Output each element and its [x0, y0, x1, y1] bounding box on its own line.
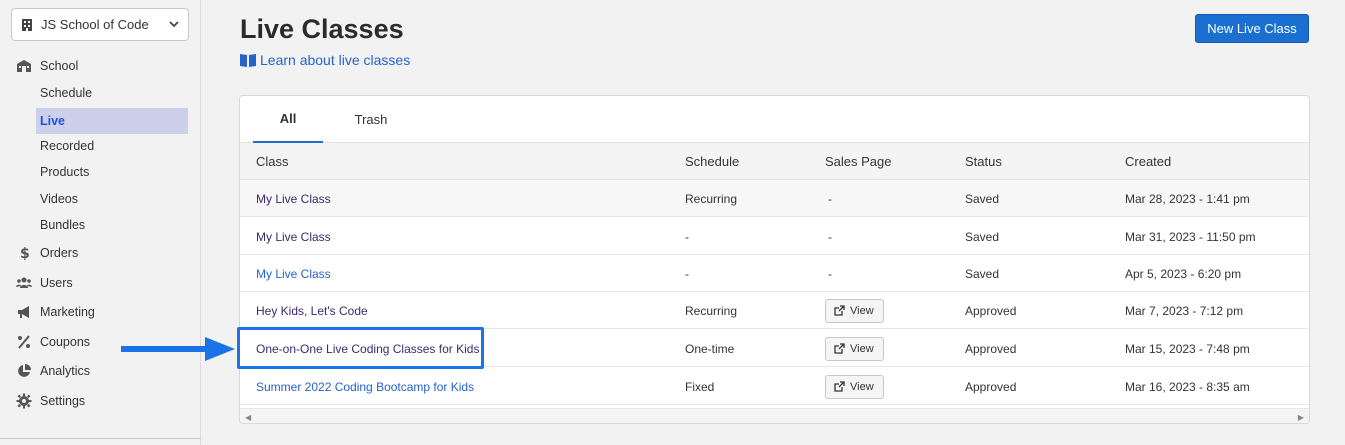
- users-icon: [16, 277, 32, 288]
- pie-chart-icon: [18, 364, 31, 377]
- sidebar-item-analytics[interactable]: Analytics: [16, 358, 90, 384]
- tab-all[interactable]: All: [253, 96, 323, 143]
- sidebar: JS School of Code School Schedule Live R…: [0, 0, 201, 445]
- status-cell: Approved: [965, 379, 1017, 394]
- schedule-cell: Fixed: [685, 379, 715, 394]
- tab-trash[interactable]: Trash: [336, 96, 406, 143]
- percent-icon: [18, 335, 30, 349]
- page-title: Live Classes: [240, 14, 404, 44]
- sidebar-subitem-schedule[interactable]: Schedule: [36, 80, 188, 106]
- class-link[interactable]: Summer 2022 Coding Bootcamp for Kids: [256, 368, 474, 405]
- schedule-cell: -: [685, 229, 689, 244]
- tab-bar: All Trash: [240, 96, 1309, 143]
- sidebar-item-label: Coupons: [40, 335, 91, 349]
- external-link-icon: [834, 343, 845, 354]
- learn-link-label: Learn about live classes: [260, 52, 411, 68]
- schedule-cell: Recurring: [685, 303, 738, 318]
- created-cell: Mar 7, 2023 - 7:12 pm: [1125, 303, 1244, 318]
- dollar-icon: $: [20, 246, 30, 261]
- view-sales-page-button[interactable]: View: [825, 336, 884, 361]
- classes-card: All Trash Class Schedule Sales Page Stat…: [239, 95, 1310, 424]
- sales-page-cell: View: [825, 330, 884, 367]
- schedule-cell: -: [685, 266, 689, 281]
- external-link-icon: [834, 305, 845, 316]
- sidebar-subitem-products[interactable]: Products: [36, 159, 188, 185]
- sidebar-item-orders[interactable]: $ Orders: [16, 240, 78, 266]
- table-row: My Live Class Recurring - Saved Mar 28, …: [240, 180, 1309, 217]
- sidebar-subitem-recorded[interactable]: Recorded: [36, 133, 188, 159]
- schedule-cell: One-time: [685, 341, 735, 356]
- sidebar-item-coupons[interactable]: Coupons: [16, 329, 90, 355]
- sidebar-item-label: Marketing: [40, 305, 95, 319]
- megaphone-icon: [18, 306, 29, 318]
- sales-page-cell: View: [825, 292, 884, 329]
- column-header-created[interactable]: Created: [1125, 143, 1171, 180]
- sales-page-cell: -: [828, 191, 832, 206]
- created-cell: Mar 15, 2023 - 7:48 pm: [1125, 341, 1250, 356]
- scroll-left-icon[interactable]: ◀: [245, 413, 251, 422]
- class-link[interactable]: My Live Class: [256, 180, 331, 217]
- column-header-sales-page[interactable]: Sales Page: [825, 143, 892, 180]
- created-cell: Mar 28, 2023 - 1:41 pm: [1125, 191, 1250, 206]
- status-cell: Approved: [965, 303, 1017, 318]
- external-link-icon: [834, 381, 845, 392]
- created-cell: Mar 31, 2023 - 11:50 pm: [1125, 229, 1256, 244]
- status-cell: Saved: [965, 229, 1000, 244]
- view-label: View: [850, 304, 874, 317]
- table-header: Class Schedule Sales Page Status Created: [240, 143, 1309, 180]
- view-label: View: [850, 342, 874, 355]
- new-live-class-button[interactable]: New Live Class: [1195, 14, 1309, 43]
- sidebar-item-school[interactable]: School: [16, 53, 78, 79]
- created-cell: Mar 16, 2023 - 8:35 am: [1125, 379, 1250, 394]
- horizontal-scrollbar[interactable]: ◀ ▶: [240, 408, 1309, 423]
- sidebar-subitem-videos[interactable]: Videos: [36, 186, 188, 212]
- sales-page-cell: View: [825, 368, 884, 405]
- status-cell: Saved: [965, 266, 1000, 281]
- school-icon: [17, 60, 31, 72]
- sales-page-cell: -: [828, 229, 832, 244]
- svg-text:$: $: [20, 246, 30, 261]
- sidebar-item-label: Settings: [40, 394, 86, 408]
- highlight-box: [237, 327, 484, 369]
- table-row: Summer 2022 Coding Bootcamp for Kids Fix…: [240, 368, 1309, 405]
- sidebar-item-label: Orders: [40, 246, 79, 260]
- created-cell: Apr 5, 2023 - 6:20 pm: [1125, 266, 1242, 281]
- sidebar-subitem-bundles[interactable]: Bundles: [36, 212, 188, 238]
- gear-icon: [16, 393, 32, 409]
- class-link[interactable]: My Live Class: [256, 255, 331, 292]
- school-name: JS School of Code: [41, 17, 149, 32]
- sidebar-item-label: Users: [40, 276, 73, 290]
- class-link[interactable]: Hey Kids, Let's Code: [256, 292, 368, 329]
- learn-link[interactable]: Learn about live classes: [240, 52, 410, 68]
- sidebar-item-label: Analytics: [40, 364, 91, 378]
- callout-arrow-icon: [121, 337, 235, 361]
- column-header-class[interactable]: Class: [256, 143, 289, 180]
- table-row: My Live Class - - Saved Mar 31, 2023 - 1…: [240, 218, 1309, 255]
- column-header-status[interactable]: Status: [965, 143, 1002, 180]
- sidebar-item-marketing[interactable]: Marketing: [16, 299, 95, 325]
- sidebar-divider: [0, 438, 201, 439]
- status-cell: Saved: [965, 191, 1000, 206]
- class-link[interactable]: My Live Class: [256, 218, 331, 255]
- sales-page-cell: -: [828, 266, 832, 281]
- column-header-schedule[interactable]: Schedule: [685, 143, 739, 180]
- status-cell: Approved: [965, 341, 1017, 356]
- sidebar-item-settings[interactable]: Settings: [16, 388, 85, 414]
- table-row: My Live Class - - Saved Apr 5, 2023 - 6:…: [240, 255, 1309, 292]
- school-select[interactable]: JS School of Code: [11, 8, 189, 41]
- view-sales-page-button[interactable]: View: [825, 374, 884, 399]
- sidebar-item-label: School: [40, 59, 79, 73]
- scroll-right-icon[interactable]: ▶: [1298, 413, 1304, 422]
- view-label: View: [850, 380, 874, 393]
- schedule-cell: Recurring: [685, 191, 738, 206]
- view-sales-page-button[interactable]: View: [825, 298, 884, 323]
- book-icon: [240, 54, 256, 67]
- table-row: Hey Kids, Let's Code Recurring View Appr…: [240, 292, 1309, 329]
- sidebar-subitem-live[interactable]: Live: [36, 108, 188, 134]
- sidebar-item-users[interactable]: Users: [16, 270, 73, 296]
- chevron-down-icon: [169, 21, 179, 28]
- building-icon: [22, 18, 32, 31]
